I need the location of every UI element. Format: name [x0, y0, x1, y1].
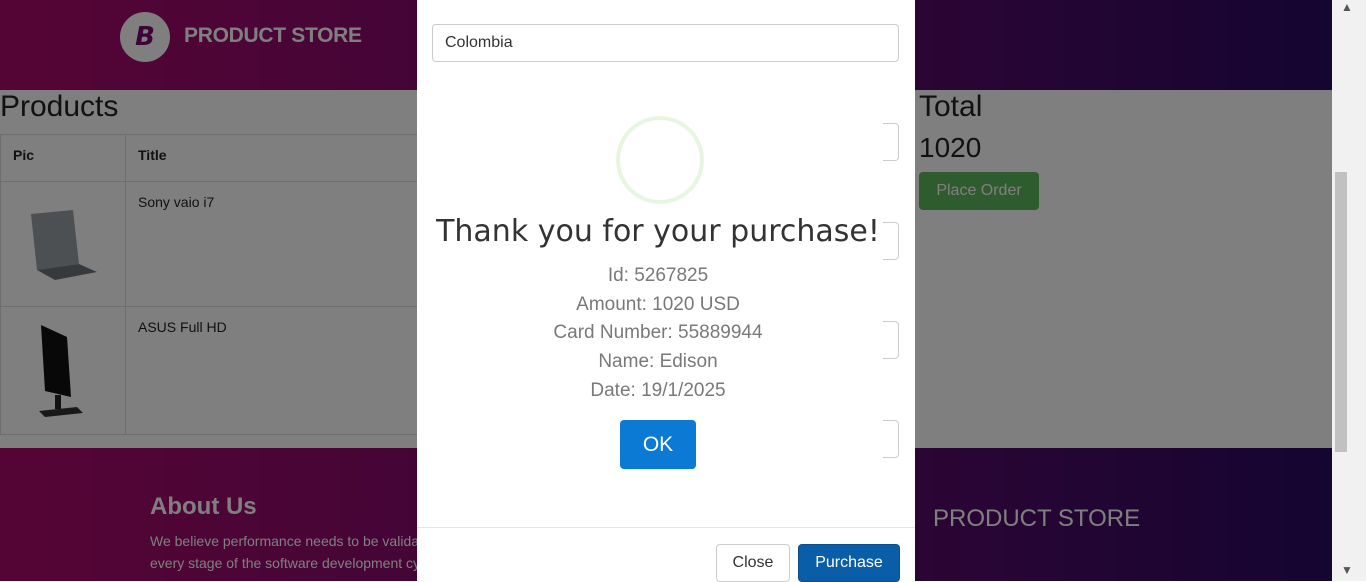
close-button[interactable]: Close — [716, 544, 790, 582]
country-field[interactable] — [432, 24, 899, 62]
modal-footer: Close Purchase — [417, 527, 915, 582]
ok-button[interactable]: OK — [620, 420, 696, 469]
order-id: Id: 5267825 — [607, 265, 709, 286]
confirmation-details: Id: 5267825 Amount: 1020 USD Card Number… — [417, 262, 899, 406]
scroll-up-icon[interactable]: ▲ — [1341, 0, 1353, 14]
order-name: Name: Edison — [598, 351, 718, 373]
scroll-thumb[interactable] — [1335, 172, 1347, 452]
page-scrollbar[interactable]: ▲ ▼ — [1332, 0, 1366, 581]
year-field[interactable] — [883, 420, 899, 458]
scroll-down-icon[interactable]: ▼ — [1341, 563, 1353, 577]
order-amount: Amount: 1020 USD — [576, 293, 740, 315]
order-card-number: Card Number: 55889944 — [553, 322, 763, 344]
city-field[interactable] — [883, 123, 899, 161]
success-check-icon — [616, 116, 704, 204]
order-date: Date: 19/1/2025 — [590, 379, 726, 401]
purchase-button[interactable]: Purchase — [798, 544, 900, 582]
confirmation-title: Thank you for your purchase! — [436, 214, 880, 249]
